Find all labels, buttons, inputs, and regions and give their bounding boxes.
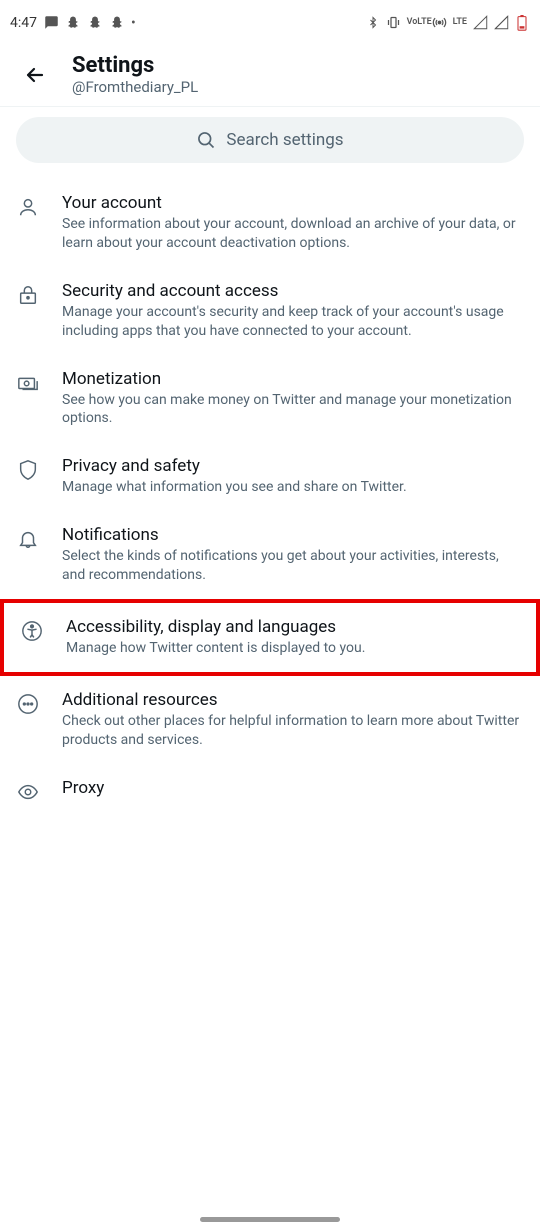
account-handle: @Fromthediary_PL (72, 78, 198, 96)
settings-item-resources[interactable]: Additional resources Check out other pla… (0, 676, 540, 764)
bell-icon (16, 527, 40, 551)
more-dot-icon: • (131, 15, 136, 31)
signal-icon (472, 15, 488, 31)
snapchat-icon (109, 15, 125, 31)
settings-item-monetization[interactable]: Monetization See how you can make money … (0, 355, 540, 443)
setting-title: Security and account access (62, 281, 524, 301)
accessibility-icon (20, 619, 44, 643)
setting-desc: Select the kinds of notifications you ge… (62, 547, 524, 585)
setting-title: Notifications (62, 525, 524, 545)
money-icon (16, 371, 40, 395)
setting-desc: See how you can make money on Twitter an… (62, 391, 524, 429)
setting-desc: Check out other places for helpful infor… (62, 712, 524, 750)
snapchat-icon (87, 15, 103, 31)
settings-item-accessibility[interactable]: Accessibility, display and languages Man… (0, 599, 540, 676)
settings-item-proxy[interactable]: Proxy (0, 764, 540, 818)
search-icon (196, 130, 216, 150)
shield-icon (16, 458, 40, 482)
search-placeholder: Search settings (226, 130, 343, 150)
status-time: 4:47 (10, 15, 37, 31)
setting-title: Monetization (62, 369, 524, 389)
nav-indicator (200, 1217, 340, 1222)
lte-indicator: LTE (453, 18, 467, 27)
status-bar: 4:47 • VoLTE LTE (0, 0, 540, 45)
setting-title: Proxy (62, 778, 524, 798)
signal-icon (493, 15, 509, 31)
settings-item-security[interactable]: Security and account access Manage your … (0, 267, 540, 355)
search-input[interactable]: Search settings (16, 117, 524, 163)
settings-header: Settings @Fromthediary_PL (0, 45, 540, 107)
settings-item-notifications[interactable]: Notifications Select the kinds of notifi… (0, 511, 540, 599)
bluetooth-icon (365, 15, 381, 31)
battery-icon (514, 15, 530, 31)
volte-indicator: VoLTE (407, 18, 427, 27)
setting-title: Accessibility, display and languages (66, 617, 520, 637)
lock-icon (16, 283, 40, 307)
message-icon (43, 15, 59, 31)
hotspot-icon (432, 15, 448, 31)
page-title: Settings (72, 53, 198, 78)
back-button[interactable] (16, 56, 54, 94)
setting-desc: Manage how Twitter content is displayed … (66, 639, 520, 658)
eye-icon (16, 780, 40, 804)
settings-item-account[interactable]: Your account See information about your … (0, 179, 540, 267)
setting-desc: Manage your account's security and keep … (62, 303, 524, 341)
snapchat-icon (65, 15, 81, 31)
setting-title: Privacy and safety (62, 456, 524, 476)
setting-desc: See information about your account, down… (62, 215, 524, 253)
settings-list: Your account See information about your … (0, 173, 540, 818)
more-circle-icon (16, 692, 40, 716)
settings-item-privacy[interactable]: Privacy and safety Manage what informati… (0, 442, 540, 511)
setting-title: Additional resources (62, 690, 524, 710)
setting-title: Your account (62, 193, 524, 213)
person-icon (16, 195, 40, 219)
vibrate-icon (386, 15, 402, 31)
setting-desc: Manage what information you see and shar… (62, 478, 524, 497)
